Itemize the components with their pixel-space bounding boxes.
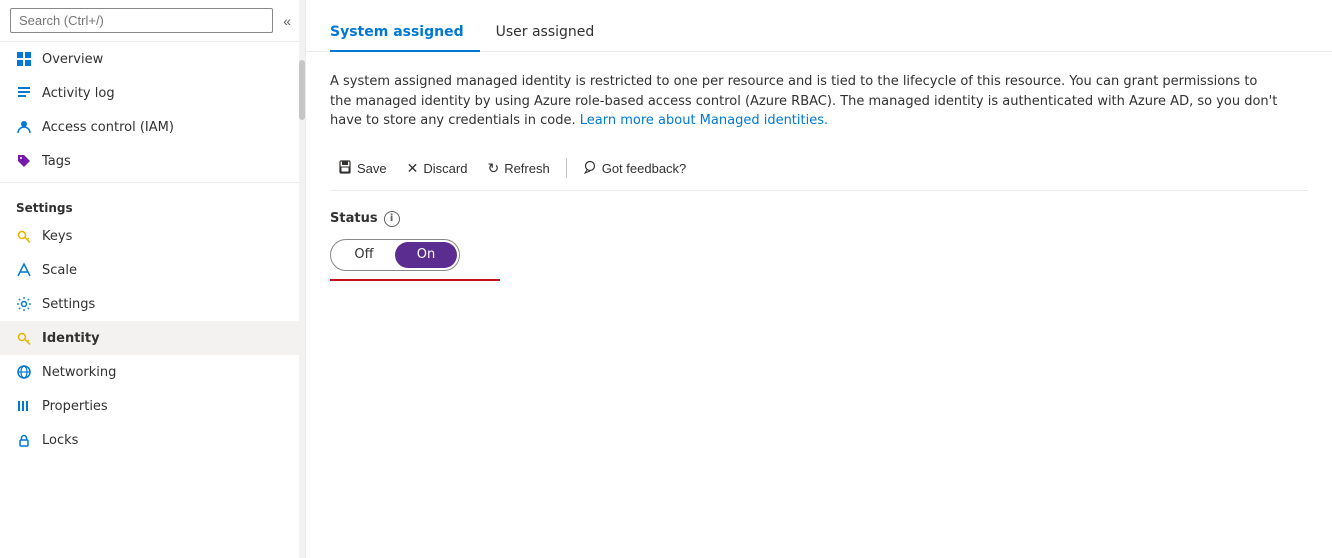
save-button[interactable]: Save bbox=[330, 155, 395, 182]
sidebar-item-scale[interactable]: Scale bbox=[0, 253, 305, 287]
toolbar-divider bbox=[566, 158, 567, 178]
sidebar-item-label-properties: Properties bbox=[42, 399, 108, 414]
discard-button[interactable]: ✕ Discard bbox=[399, 155, 476, 182]
sidebar-scrollbar-thumb[interactable] bbox=[299, 60, 305, 120]
discard-icon: ✕ bbox=[407, 160, 419, 177]
networking-icon bbox=[16, 364, 32, 380]
feedback-icon bbox=[583, 160, 597, 177]
refresh-button[interactable]: ↻ Refresh bbox=[479, 155, 557, 182]
feedback-button[interactable]: Got feedback? bbox=[575, 155, 695, 182]
tab-system-assigned[interactable]: System assigned bbox=[330, 16, 480, 52]
properties-icon bbox=[16, 398, 32, 414]
toggle-off-option[interactable]: Off bbox=[333, 242, 395, 268]
locks-icon bbox=[16, 432, 32, 448]
sidebar-item-properties[interactable]: Properties bbox=[0, 389, 305, 423]
sidebar-item-label-scale: Scale bbox=[42, 263, 77, 278]
status-label-row: Status i bbox=[330, 211, 1308, 227]
sidebar-item-overview[interactable]: Overview bbox=[0, 42, 305, 76]
toggle-underline bbox=[330, 279, 500, 281]
tab-bar: System assigned User assigned bbox=[306, 0, 1332, 52]
sidebar-scrollbar-track bbox=[299, 0, 305, 558]
sidebar-item-locks[interactable]: Locks bbox=[0, 423, 305, 457]
sidebar-item-identity[interactable]: Identity bbox=[0, 321, 305, 355]
settings-icon bbox=[16, 296, 32, 312]
sidebar-item-activity-log[interactable]: Activity log bbox=[0, 76, 305, 110]
toggle-container: Off On bbox=[330, 239, 1308, 271]
sidebar-item-label-locks: Locks bbox=[42, 433, 78, 448]
scale-icon bbox=[16, 262, 32, 278]
overview-icon bbox=[16, 51, 32, 67]
sidebar-item-label-overview: Overview bbox=[42, 52, 103, 67]
sidebar-divider bbox=[0, 182, 305, 183]
tags-icon bbox=[16, 153, 32, 169]
collapse-sidebar-button[interactable]: « bbox=[279, 9, 295, 33]
toolbar: Save ✕ Discard ↻ Refresh Got feedback? bbox=[330, 147, 1308, 191]
status-info-icon[interactable]: i bbox=[384, 211, 400, 227]
sidebar-item-label-activity-log: Activity log bbox=[42, 86, 115, 101]
nav-group-settings: Settings Keys Scale Settings Identity bbox=[0, 187, 305, 457]
search-input[interactable] bbox=[10, 8, 273, 33]
description-text: A system assigned managed identity is re… bbox=[330, 72, 1280, 131]
sidebar-item-settings[interactable]: Settings bbox=[0, 287, 305, 321]
sidebar: « Overview Activity log Access control (… bbox=[0, 0, 306, 558]
sidebar-item-networking[interactable]: Networking bbox=[0, 355, 305, 389]
settings-section-label: Settings bbox=[0, 187, 305, 219]
status-label-text: Status bbox=[330, 211, 378, 226]
sidebar-item-label-tags: Tags bbox=[42, 154, 71, 169]
content-area: A system assigned managed identity is re… bbox=[306, 52, 1332, 558]
refresh-icon: ↻ bbox=[487, 160, 499, 177]
sidebar-item-access-control[interactable]: Access control (IAM) bbox=[0, 110, 305, 144]
main-content: System assigned User assigned A system a… bbox=[306, 0, 1332, 558]
identity-icon bbox=[16, 330, 32, 346]
status-toggle[interactable]: Off On bbox=[330, 239, 460, 271]
nav-group-main: Overview Activity log Access control (IA… bbox=[0, 42, 305, 178]
sidebar-item-label-iam: Access control (IAM) bbox=[42, 120, 174, 135]
sidebar-item-label-networking: Networking bbox=[42, 365, 116, 380]
search-box: « bbox=[0, 0, 305, 42]
activity-log-icon bbox=[16, 85, 32, 101]
sidebar-item-keys[interactable]: Keys bbox=[0, 219, 305, 253]
tab-user-assigned[interactable]: User assigned bbox=[480, 16, 611, 52]
keys-icon bbox=[16, 228, 32, 244]
sidebar-item-label-identity: Identity bbox=[42, 331, 100, 346]
save-icon bbox=[338, 160, 352, 177]
iam-icon bbox=[16, 119, 32, 135]
sidebar-item-label-settings: Settings bbox=[42, 297, 95, 312]
toggle-on-option[interactable]: On bbox=[395, 242, 457, 268]
sidebar-item-label-keys: Keys bbox=[42, 229, 72, 244]
status-section: Status i Off On bbox=[330, 211, 1308, 271]
learn-more-link[interactable]: Learn more about Managed identities. bbox=[580, 113, 828, 128]
sidebar-item-tags[interactable]: Tags bbox=[0, 144, 305, 178]
